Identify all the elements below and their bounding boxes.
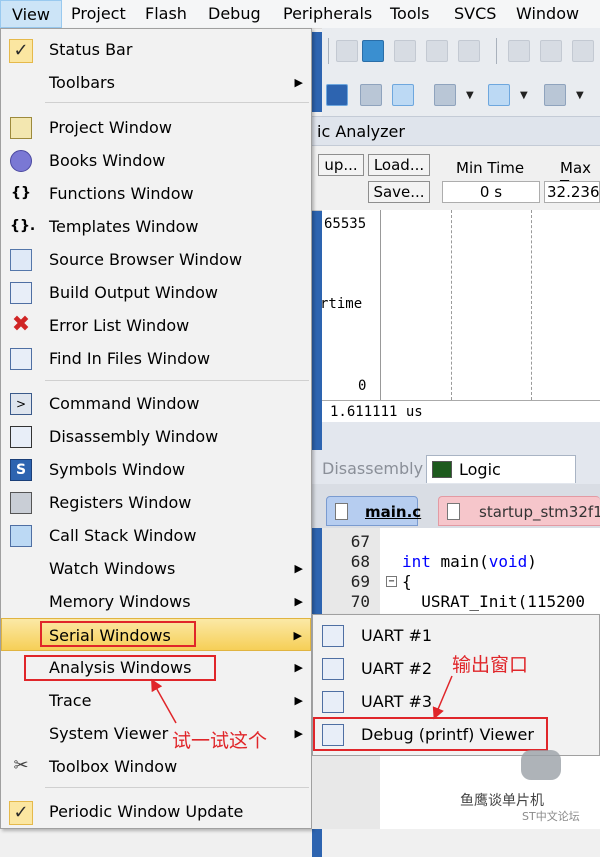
watermark-subtext: ST中文论坛 (522, 810, 580, 823)
annotation-arrows (151, 675, 453, 724)
wechat-logo-icon (521, 750, 561, 780)
arrow-to-analysis (151, 678, 177, 724)
arrow-to-debug-viewer (432, 675, 453, 720)
annotation-output-window: 输出窗口 (452, 654, 529, 676)
annotation-try-this: 试一试这个 (172, 730, 268, 752)
watermark-text: 鱼鹰谈单片机 (460, 793, 544, 809)
